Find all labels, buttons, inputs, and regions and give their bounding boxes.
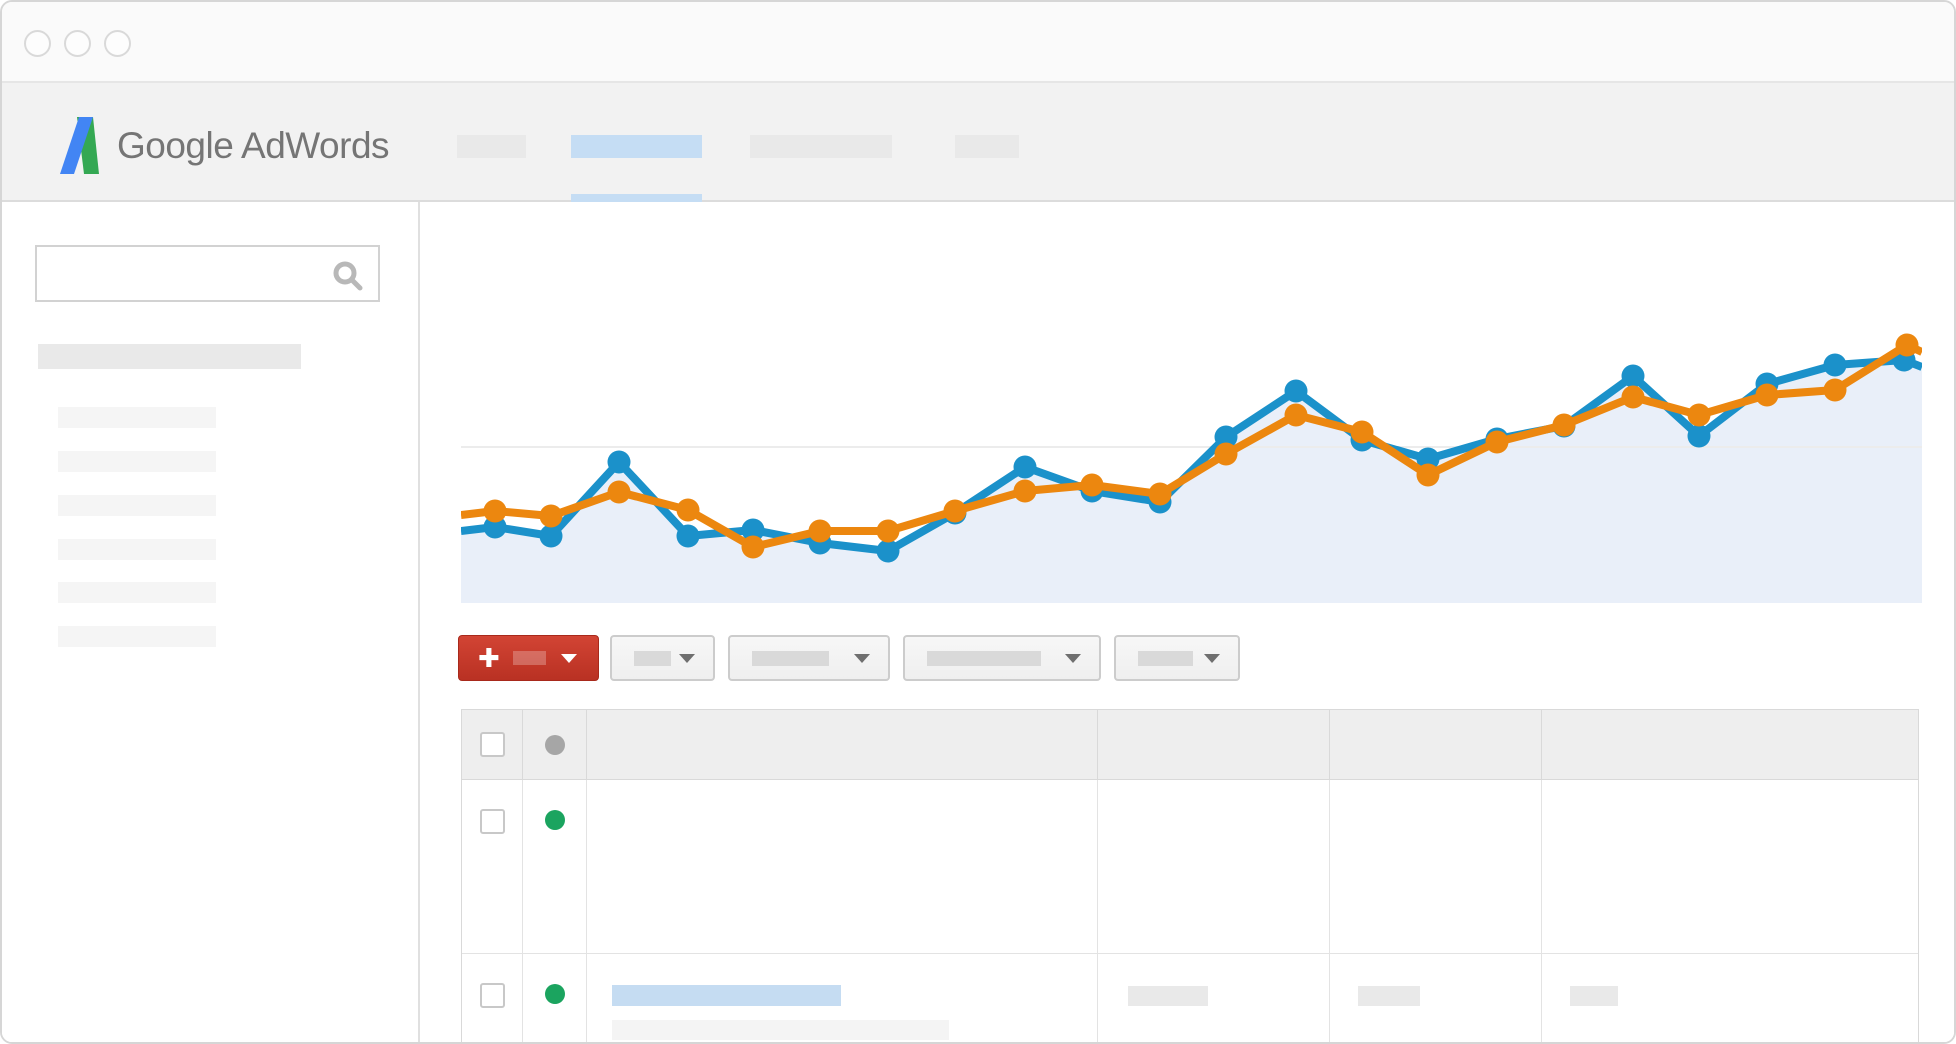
app-header: Google AdWords	[2, 83, 1954, 202]
button-label-placeholder	[634, 651, 671, 666]
caret-down-icon	[679, 654, 695, 663]
main-content: ✚	[420, 202, 1954, 1044]
row-select-cell	[462, 954, 523, 1042]
row-metric-cell	[1330, 780, 1542, 953]
metric-value-placeholder	[1358, 986, 1420, 1006]
header-metric-cell	[1542, 710, 1920, 779]
sidebar-item-placeholder[interactable]	[58, 451, 216, 472]
row-metric-cell	[1542, 954, 1920, 1042]
caret-down-icon	[561, 654, 577, 663]
campaigns-table	[461, 709, 1919, 1043]
header-metric-cell	[1098, 710, 1330, 779]
metric-value-placeholder	[1570, 986, 1618, 1006]
window-control-icon[interactable]	[24, 30, 51, 57]
header-name-cell	[587, 710, 1098, 779]
nav-tab-4[interactable]	[955, 135, 1019, 158]
row-metric-cell	[1330, 954, 1542, 1042]
row-metric-cell	[1098, 780, 1330, 953]
row-name-cell	[587, 780, 1098, 953]
sidebar-item-placeholder[interactable]	[58, 539, 216, 560]
window-control-icon[interactable]	[64, 30, 91, 57]
status-dot-icon	[545, 735, 565, 755]
caret-down-icon	[1065, 654, 1081, 663]
header-status-cell	[523, 710, 587, 779]
row-metric-cell	[1542, 780, 1920, 953]
select-all-checkbox[interactable]	[480, 732, 505, 757]
metric-value-placeholder	[1128, 986, 1208, 1006]
adwords-logo: Google AdWords	[60, 117, 389, 174]
dropdown-button-1[interactable]	[610, 635, 715, 681]
search-icon	[332, 260, 364, 297]
row-checkbox[interactable]	[480, 809, 505, 834]
button-label-placeholder	[752, 651, 829, 666]
sidebar	[2, 202, 420, 1044]
dropdown-button-2[interactable]	[728, 635, 890, 681]
sidebar-section-placeholder	[38, 344, 301, 369]
nav-tab-1[interactable]	[457, 135, 526, 158]
add-campaign-button[interactable]: ✚	[458, 635, 599, 681]
campaign-name-link-placeholder[interactable]	[612, 985, 841, 1006]
caret-down-icon	[1204, 654, 1220, 663]
sidebar-item-placeholder[interactable]	[58, 495, 216, 516]
caret-down-icon	[854, 654, 870, 663]
button-label-placeholder	[513, 651, 546, 665]
sidebar-item-placeholder[interactable]	[58, 582, 216, 603]
campaign-subtext-placeholder	[612, 1020, 949, 1040]
toolbar: ✚	[458, 635, 1240, 681]
plus-icon: ✚	[478, 645, 500, 671]
logo-text: Google AdWords	[117, 125, 389, 167]
row-status-cell	[523, 954, 587, 1042]
button-label-placeholder	[1138, 651, 1193, 666]
status-dot-green-icon	[545, 984, 565, 1004]
row-select-cell	[462, 780, 523, 953]
search-input[interactable]	[37, 247, 378, 300]
row-metric-cell	[1098, 954, 1330, 1042]
dropdown-button-4[interactable]	[1114, 635, 1240, 681]
status-dot-green-icon	[545, 810, 565, 830]
window-control-icon[interactable]	[104, 30, 131, 57]
row-name-cell	[587, 954, 1098, 1042]
browser-titlebar	[2, 2, 1954, 83]
browser-window: Google AdWords	[0, 0, 1956, 1044]
search-box[interactable]	[35, 245, 380, 302]
table-header-row	[462, 710, 1918, 780]
sidebar-item-placeholder[interactable]	[58, 407, 216, 428]
button-label-placeholder	[927, 651, 1041, 666]
sidebar-item-placeholder[interactable]	[58, 626, 216, 647]
performance-chart	[461, 204, 1922, 603]
table-row[interactable]	[462, 780, 1918, 954]
active-tab-underline	[571, 194, 702, 202]
header-select-cell	[462, 710, 523, 779]
table-row[interactable]	[462, 954, 1918, 1043]
nav-tab-2-active[interactable]	[571, 135, 702, 158]
dropdown-button-3[interactable]	[903, 635, 1101, 681]
nav-tab-3[interactable]	[750, 135, 892, 158]
row-status-cell	[523, 780, 587, 953]
header-metric-cell	[1330, 710, 1542, 779]
row-checkbox[interactable]	[480, 983, 505, 1008]
adwords-logo-icon	[60, 117, 99, 174]
